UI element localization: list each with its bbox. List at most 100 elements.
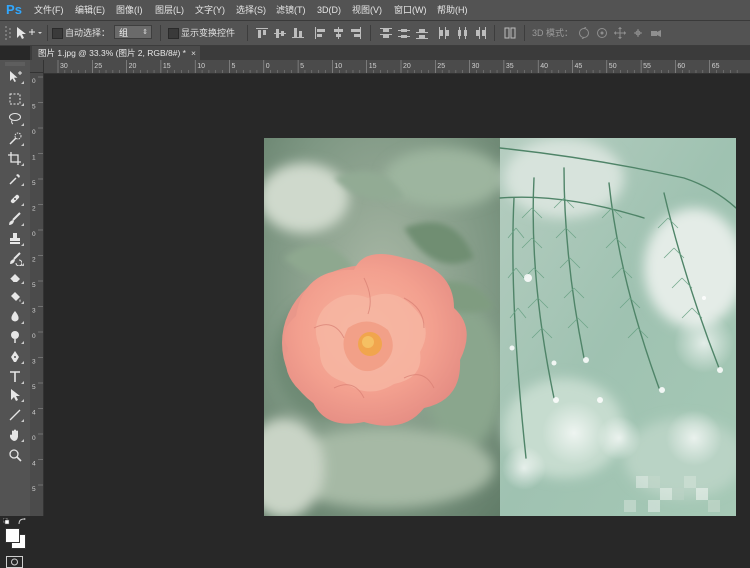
document-tab[interactable]: 图片 1.jpg @ 33.3% (图片 2, RGB/8#) * ×	[32, 46, 200, 60]
3d-slide-icon[interactable]	[632, 27, 644, 39]
ruler-label: 0	[32, 78, 36, 85]
hand-tool-button[interactable]	[5, 426, 24, 442]
tool-group-indicator	[21, 81, 24, 84]
lasso-tool-button[interactable]	[5, 110, 24, 126]
blur-tool-button[interactable]	[5, 308, 24, 324]
dodge-tool-icon	[11, 331, 19, 343]
ruler-label: 10	[334, 63, 342, 70]
paint-bucket-tool-button[interactable]	[5, 288, 24, 304]
3d-orbit-icon[interactable]	[578, 27, 590, 39]
menu-window[interactable]: 窗口(W)	[394, 0, 427, 20]
vertical-ruler-ticks: 0 5 0 1 5 2 0 2 5 3 0 3 5 4 0 4 5	[32, 76, 43, 493]
move-tool-button[interactable]	[5, 68, 24, 84]
ruler-label: 20	[403, 63, 411, 70]
eyedropper-tool-button[interactable]	[5, 170, 24, 186]
ruler-label: 2	[32, 206, 36, 213]
options-bar: 自动选择： 组 ⇕ 显示变换控件 3D 模式：	[0, 21, 750, 46]
foreground-color-swatch[interactable]	[5, 528, 20, 543]
ruler-label: 3	[32, 359, 36, 366]
pen-tool-icon	[11, 351, 19, 362]
dodge-tool-button[interactable]	[5, 328, 24, 344]
line-tool-button[interactable]	[5, 406, 24, 422]
auto-select-checkbox[interactable]	[52, 28, 63, 39]
align-top-icon[interactable]	[256, 27, 268, 39]
document-tab-bar: 图片 1.jpg @ 33.3% (图片 2, RGB/8#) * ×	[30, 46, 750, 60]
menu-help[interactable]: 帮助(H)	[437, 0, 468, 20]
tool-group-indicator	[21, 203, 24, 206]
tool-preset-picker[interactable]	[14, 25, 42, 41]
marquee-tool-button[interactable]	[5, 90, 24, 106]
healing-brush-tool-button[interactable]	[5, 190, 24, 206]
brush-tool-button[interactable]	[5, 210, 24, 226]
horizontal-ruler-ticks: 30 25 20 15 10 5 0 5 10 15 20 25 30 35 40 45 50 55 60 65	[57, 60, 738, 73]
history-brush-tool-button[interactable]	[5, 250, 24, 266]
align-vertical-center-icon[interactable]	[274, 27, 286, 39]
ruler-label: 10	[197, 63, 205, 70]
ruler-label: 2	[32, 257, 36, 264]
menu-file[interactable]: 文件(F)	[34, 0, 64, 20]
move-tool-icon	[10, 71, 22, 82]
menu-bar: Ps 文件(F) 编辑(E) 图像(I) 图层(L) 文字(Y) 选择(S) 滤…	[0, 0, 750, 21]
menu-select[interactable]: 选择(S)	[236, 0, 266, 20]
ruler-origin[interactable]	[30, 60, 44, 73]
quick-selection-tool-button[interactable]	[5, 130, 24, 146]
distribute-bottom-icon[interactable]	[416, 27, 428, 39]
ruler-label: 60	[677, 63, 685, 70]
color-swatches	[3, 518, 27, 549]
tool-group-indicator	[21, 341, 24, 344]
zoom-tool-button[interactable]	[5, 446, 24, 462]
ruler-label: 0	[32, 435, 36, 442]
align-left-icon[interactable]	[314, 27, 326, 39]
ruler-label: 0	[266, 63, 270, 70]
quick-mask-icon[interactable]	[6, 556, 23, 568]
3d-roll-icon[interactable]	[596, 27, 608, 39]
document-image	[264, 138, 736, 516]
3d-pan-icon[interactable]	[614, 27, 626, 39]
ruler-label: 35	[506, 63, 514, 70]
distribute-horizontal-center-icon[interactable]	[456, 27, 468, 39]
menu-image[interactable]: 图像(I)	[116, 0, 143, 20]
distribute-top-icon[interactable]	[380, 27, 392, 39]
zoom-tool-icon	[9, 449, 22, 462]
path-selection-tool-button[interactable]	[5, 386, 24, 402]
menu-edit[interactable]: 编辑(E)	[75, 0, 105, 20]
menu-filter[interactable]: 滤镜(T)	[276, 0, 306, 20]
3d-mode-label: 3D 模式：	[532, 28, 574, 38]
ruler-label: 5	[32, 180, 36, 187]
menu-view[interactable]: 视图(V)	[352, 0, 382, 20]
distribute-right-icon[interactable]	[474, 27, 486, 39]
menu-layer[interactable]: 图层(L)	[155, 0, 184, 20]
grip-icon	[5, 26, 11, 40]
document-canvas[interactable]	[264, 138, 736, 516]
type-tool-button[interactable]	[5, 368, 24, 384]
distribute-left-icon[interactable]	[438, 27, 450, 39]
menu-type[interactable]: 文字(Y)	[195, 0, 225, 20]
close-tab-icon[interactable]: ×	[191, 46, 196, 60]
distribute-vertical-center-icon[interactable]	[398, 27, 410, 39]
align-bottom-icon[interactable]	[292, 27, 304, 39]
auto-select-dropdown[interactable]: 组 ⇕	[114, 25, 152, 39]
photoshop-logo: Ps	[6, 2, 22, 17]
eraser-tool-button[interactable]	[5, 268, 24, 284]
document-tab-title: 图片 1.jpg @ 33.3% (图片 2, RGB/8#) *	[38, 48, 186, 58]
ruler-label: 25	[437, 63, 445, 70]
3d-scale-icon[interactable]	[650, 27, 662, 39]
ruler-label: 55	[643, 63, 651, 70]
menu-3d[interactable]: 3D(D)	[317, 0, 341, 20]
show-transform-checkbox[interactable]	[168, 28, 179, 39]
swap-colors-icon[interactable]	[18, 518, 26, 525]
quick-selection-tool-icon	[9, 132, 22, 145]
pen-tool-button[interactable]	[5, 348, 24, 364]
tool-group-indicator	[21, 381, 24, 384]
tool-group-indicator	[21, 263, 24, 266]
default-colors-icon[interactable]	[3, 518, 10, 525]
clone-stamp-tool-button[interactable]	[5, 230, 24, 246]
align-horizontal-center-icon[interactable]	[332, 27, 344, 39]
auto-select-value: 组	[119, 28, 129, 38]
crop-tool-button[interactable]	[5, 150, 24, 166]
auto-align-layers-icon[interactable]	[504, 27, 516, 39]
align-right-icon[interactable]	[350, 27, 362, 39]
separator	[524, 25, 525, 41]
history-brush-tool-icon	[10, 252, 22, 266]
tool-group-indicator	[21, 281, 24, 284]
